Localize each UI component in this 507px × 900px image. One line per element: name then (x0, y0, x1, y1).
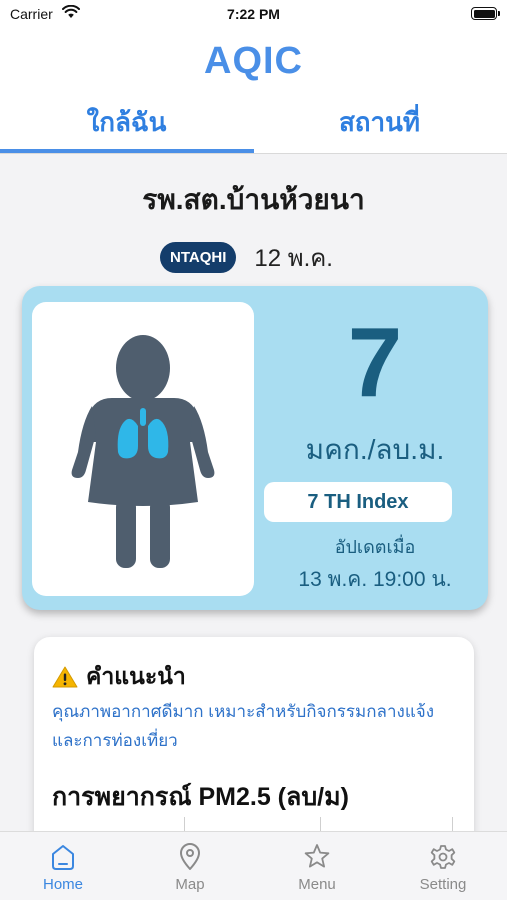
pm25-value: 7 (347, 307, 403, 417)
station-meta: NTAQHI 12 พ.ค. (160, 240, 333, 274)
nav-home[interactable]: Home (0, 842, 126, 893)
gear-icon (430, 845, 456, 869)
map-pin-icon (180, 843, 200, 870)
advice-text: คุณภาพอากาศดีมาก เหมาะสำหรับกิจกรรมกลางแ… (52, 702, 435, 750)
nav-map[interactable]: Map (127, 842, 253, 893)
app-title: AQIC (204, 40, 303, 82)
advice-heading: คำแนะนำ (52, 659, 186, 695)
tab-nearby[interactable]: ใกล้ฉัน (0, 102, 253, 143)
header: AQIC ใกล้ฉัน สถานที่ (0, 30, 507, 154)
status-bar: Carrier 7:22 PM (0, 0, 507, 30)
nav-map-label: Map (175, 876, 205, 893)
updated-time: 13 พ.ค. 19:00 น. (298, 568, 452, 591)
air-quality-card[interactable]: 7 มคก./ลบ.ม. 7 TH Index อัปเดตเมื่อ 13 พ… (22, 286, 488, 610)
home-icon (52, 845, 74, 870)
person-lungs-icon (71, 335, 215, 568)
nav-menu-label: Menu (298, 876, 336, 893)
forecast-title: การพยากรณ์ PM2.5 (ลบ/ม) (52, 783, 349, 811)
warning-icon (52, 666, 78, 688)
clock: 7:22 PM (227, 6, 280, 22)
nav-menu[interactable]: Menu (254, 842, 380, 893)
tab-indicator (0, 149, 254, 153)
th-index-pill: 7 TH Index (264, 482, 452, 522)
nav-setting-label: Setting (419, 876, 467, 893)
tab-places[interactable]: สถานที่ (253, 102, 506, 143)
battery-icon (471, 7, 500, 20)
nav-setting[interactable]: Setting (380, 842, 506, 893)
health-figure-panel (32, 302, 254, 596)
nav-home-label: Home (42, 876, 83, 893)
advice-title: คำแนะนำ (86, 663, 186, 689)
bottom-nav: Home Map Menu Setting (0, 831, 507, 900)
updated-label: อัปเดตเมื่อ (334, 537, 416, 557)
star-icon (304, 844, 330, 868)
pm25-unit: มคก./ลบ.ม. (305, 434, 445, 465)
station-date: 12 พ.ค. (254, 244, 333, 272)
station-name: รพ.สต.บ้านห้วยนา (142, 184, 365, 215)
network-badge: NTAQHI (160, 241, 237, 273)
